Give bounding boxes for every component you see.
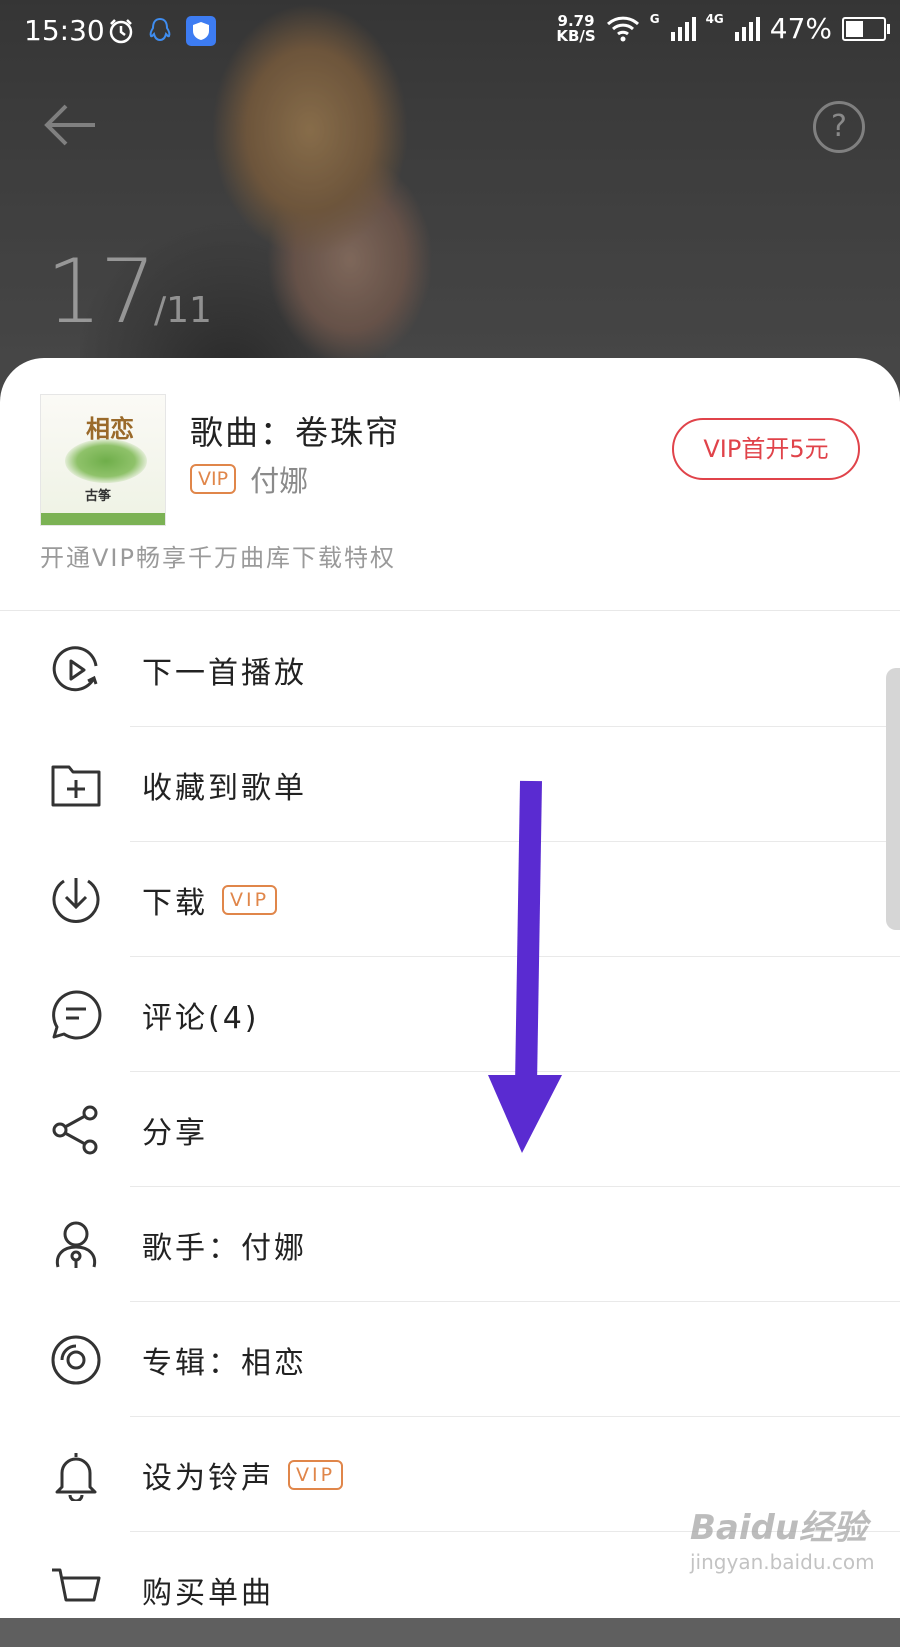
page-total: /11 xyxy=(153,290,212,331)
menu-label: 歌手：付娜 xyxy=(142,1231,307,1266)
status-bar: 15:30 9.79 KB/S G 4G 47% xyxy=(0,0,900,64)
singer-icon xyxy=(55,1221,97,1268)
menu-label: 下载 xyxy=(142,886,208,921)
menu-label: 专辑：相恋 xyxy=(142,1346,307,1381)
divider xyxy=(0,610,900,611)
play-next-icon xyxy=(52,646,98,692)
signal-icon xyxy=(670,16,696,41)
page-counter: 17/11 xyxy=(46,240,212,343)
cart-icon xyxy=(52,1568,101,1602)
song-title: 歌曲：卷珠帘 xyxy=(190,413,400,452)
album-cover[interactable]: 相恋 古筝 xyxy=(40,394,166,526)
arrow-left-icon[interactable] xyxy=(40,100,100,150)
baidu-watermark-url: jingyan.baidu.com xyxy=(690,1550,875,1574)
menu-item-album[interactable]: 专辑：相恋 xyxy=(0,1302,900,1417)
menu-label: 购买单曲 xyxy=(142,1576,274,1611)
bell-icon xyxy=(55,1453,97,1501)
vip-badge: VIP xyxy=(222,885,278,915)
menu-item-play-next[interactable]: 下一首播放 xyxy=(0,612,900,727)
network-speed: 9.79 KB/S xyxy=(556,11,596,45)
artist-name: 付娜 xyxy=(250,464,309,498)
signal2-label: 4G xyxy=(705,12,724,26)
menu-item-download[interactable]: 下载 VIP xyxy=(0,842,900,957)
menu-label: 设为铃声 xyxy=(142,1461,274,1496)
signal-label: G xyxy=(649,12,660,26)
add-folder-icon xyxy=(51,765,101,807)
menu-label: 收藏到歌单 xyxy=(142,771,307,806)
menu-item-comment[interactable]: 评论(4) xyxy=(0,957,900,1072)
alarm-icon xyxy=(109,19,133,44)
menu-item-share[interactable]: 分享 xyxy=(0,1072,900,1187)
side-scroll-handle[interactable] xyxy=(886,668,900,930)
menu-item-add-to-playlist[interactable]: 收藏到歌单 xyxy=(0,727,900,842)
baidu-watermark: Baidu经验 xyxy=(690,1508,868,1548)
signal2-icon xyxy=(734,16,760,41)
menu-label: 分享 xyxy=(142,1116,208,1151)
battery-icon xyxy=(842,16,890,41)
share-icon xyxy=(52,1105,98,1155)
menu-label: 评论(4) xyxy=(142,1001,260,1036)
qq-icon xyxy=(149,17,171,42)
annotation-arrow xyxy=(488,780,562,1153)
song-action-sheet: 相恋 古筝 歌曲：卷珠帘 VIP 付娜 VIP首开5元 开通VIP畅享千万曲库下… xyxy=(0,358,900,1618)
page-current: 17 xyxy=(46,240,156,343)
question-icon[interactable]: ? xyxy=(813,101,865,153)
comment-icon xyxy=(52,990,102,1040)
battery-percent: 47% xyxy=(769,12,832,45)
menu-item-singer[interactable]: 歌手：付娜 xyxy=(0,1187,900,1302)
vip-badge: VIP xyxy=(190,464,237,494)
album-icon xyxy=(51,1335,101,1385)
cover-art xyxy=(65,439,147,483)
action-menu: 下一首播放 收藏到歌单 下载 VIP 评论(4) 分享 歌手：付娜 专辑：相恋 … xyxy=(0,612,900,1647)
status-time: 15:30 xyxy=(24,14,105,47)
cover-subtitle: 古筝 xyxy=(85,489,112,504)
shield-icon xyxy=(186,16,216,46)
artist-row: VIP 付娜 xyxy=(190,458,308,500)
vip-open-button[interactable]: VIP首开5元 xyxy=(672,418,860,480)
wifi-icon xyxy=(606,16,639,41)
vip-promo-text: 开通VIP畅享千万曲库下载特权 xyxy=(40,544,396,572)
download-icon xyxy=(52,878,100,923)
vip-badge: VIP xyxy=(288,1460,344,1490)
menu-label: 下一首播放 xyxy=(142,656,307,691)
